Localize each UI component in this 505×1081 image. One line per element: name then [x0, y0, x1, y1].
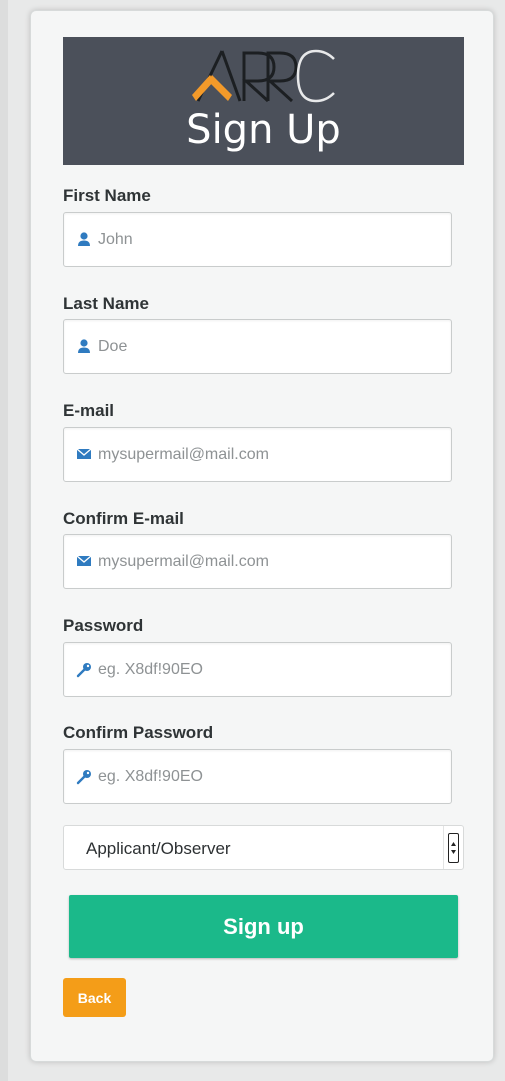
first-name-input[interactable]	[98, 213, 438, 266]
arrc-logo	[63, 45, 464, 105]
back-button[interactable]: Back	[63, 978, 126, 1017]
select-arrow[interactable]	[443, 826, 463, 869]
confirm-email-input[interactable]	[98, 535, 438, 588]
user-icon	[78, 232, 90, 246]
user-icon	[78, 339, 90, 353]
key-icon	[76, 770, 91, 785]
envelope-icon	[76, 448, 92, 459]
last-name-field[interactable]	[63, 319, 452, 374]
envelope-icon	[76, 555, 92, 566]
first-name-label: First Name	[63, 186, 151, 205]
last-name-input[interactable]	[98, 320, 438, 373]
last-name-label: Last Name	[63, 294, 149, 313]
confirm-password-input[interactable]	[98, 750, 438, 803]
logo-icon	[191, 49, 335, 103]
confirm-email-label: Confirm E-mail	[63, 509, 184, 528]
page-title: Sign Up	[186, 107, 341, 153]
confirm-password-field[interactable]	[63, 749, 452, 804]
email-field[interactable]	[63, 427, 452, 482]
role-select-value: Applicant/Observer	[86, 839, 231, 858]
chevron-updown-icon	[448, 833, 459, 863]
page-edge	[0, 0, 8, 1081]
signup-header: Sign Up	[63, 37, 464, 165]
role-select[interactable]: Applicant/Observer	[63, 825, 464, 870]
password-label: Password	[63, 616, 144, 635]
password-field[interactable]	[63, 642, 452, 697]
email-label: E-mail	[63, 401, 115, 420]
key-icon	[76, 663, 91, 678]
confirm-email-field[interactable]	[63, 534, 452, 589]
confirm-password-label: Confirm Password	[63, 723, 214, 742]
first-name-field[interactable]	[63, 212, 452, 267]
signup-button[interactable]: Sign up	[69, 895, 458, 958]
email-input[interactable]	[98, 428, 438, 481]
password-input[interactable]	[98, 643, 438, 696]
